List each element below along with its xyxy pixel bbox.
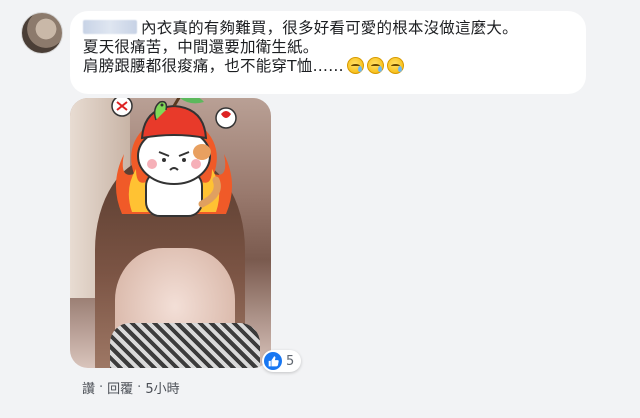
reaction-count: 5 [286, 353, 295, 369]
comment-bubble: 內衣真的有夠難買，很多好看可愛的根本沒做這麼大。 夏天很痛苦，中間還要加衛生紙。… [70, 11, 586, 94]
comment-line-1: 內衣真的有夠難買，很多好看可愛的根本沒做這麼大。 [83, 19, 574, 38]
avatar[interactable] [21, 12, 63, 54]
like-icon [264, 352, 282, 370]
like-link[interactable]: 讚 [82, 378, 95, 397]
comment-line-3: 肩膀跟腰都很痠痛，也不能穿T恤…… [83, 57, 574, 76]
comment-text-1: 內衣真的有夠難買，很多好看可愛的根本沒做這麼大。 [141, 19, 518, 37]
photo-clothing [110, 323, 260, 368]
sad-sweat-emoji-icon [366, 57, 384, 74]
comment-text-2: 夏天很痛苦，中間還要加衛生紙。 [83, 38, 319, 56]
separator-dot: · [137, 380, 142, 395]
separator-dot: · [99, 380, 104, 395]
reply-link[interactable]: 回覆 [107, 378, 133, 397]
cat-sticker-icon [111, 98, 237, 217]
comment-photo[interactable] [70, 98, 271, 368]
author-name-blurred[interactable] [83, 20, 137, 34]
reaction-summary[interactable]: 5 [262, 350, 302, 372]
comment-text-3: 肩膀跟腰都很痠痛，也不能穿T恤…… [83, 57, 344, 75]
comment-actions: 讚 · 回覆 · 5小時 [82, 378, 180, 397]
timestamp[interactable]: 5小時 [145, 378, 179, 397]
comment-line-2: 夏天很痛苦，中間還要加衛生紙。 [83, 38, 574, 57]
sad-sweat-emoji-icon [386, 57, 404, 74]
sad-sweat-emoji-icon [346, 57, 364, 74]
